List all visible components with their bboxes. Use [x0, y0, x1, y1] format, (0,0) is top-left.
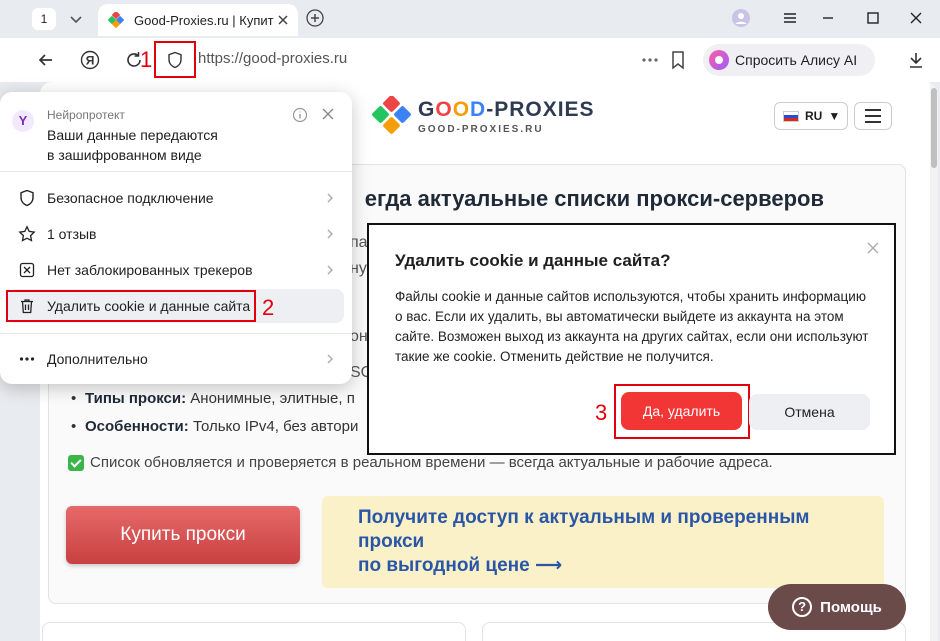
close-icon[interactable]: [867, 242, 879, 254]
yandex-browser-icon: Y: [12, 110, 34, 132]
help-label: Помощь: [820, 598, 882, 616]
chevron-right-icon: [327, 229, 333, 239]
buy-proxy-button[interactable]: Купить прокси: [66, 506, 300, 564]
logo-icon[interactable]: [370, 96, 414, 136]
menu-item-label: Нет заблокированных трекеров: [47, 262, 253, 278]
checkmark-icon: [68, 454, 84, 471]
annotation-box-delete: [6, 290, 256, 322]
close-window-icon[interactable]: [908, 10, 924, 26]
profile-icon[interactable]: [732, 9, 750, 27]
question-icon: ?: [792, 597, 813, 617]
info-icon[interactable]: [292, 107, 308, 123]
svg-text:Я: Я: [86, 54, 95, 68]
scrollbar-thumb[interactable]: [931, 88, 937, 168]
annotation-box-shield: [154, 41, 196, 78]
promo-line: Получите доступ к актуальным и проверенн…: [358, 507, 810, 528]
close-icon[interactable]: [276, 13, 290, 27]
chevron-right-icon: [327, 265, 333, 275]
cancel-button[interactable]: Отмена: [749, 394, 870, 430]
yandex-icon[interactable]: Я: [80, 50, 100, 70]
language-selector[interactable]: RU ▼: [774, 102, 848, 130]
hamburger-menu-button[interactable]: [854, 102, 892, 130]
close-icon[interactable]: [321, 107, 335, 121]
divider: [0, 333, 352, 334]
tab-count-button[interactable]: 1: [32, 8, 56, 30]
dialog-title: Удалить cookie и данные сайта?: [395, 251, 671, 270]
more-icon: [19, 357, 35, 361]
text-fragment: па: [350, 234, 368, 251]
bookmark-icon[interactable]: [669, 50, 687, 70]
menu-item-trackers[interactable]: Нет заблокированных трекеров: [8, 253, 344, 287]
dialog-body: Файлы cookie и данные сайтов используютс…: [395, 289, 869, 364]
toolbar: Я 1 https://good-proxies.ru Спросить Али…: [0, 38, 940, 82]
back-icon[interactable]: [36, 50, 56, 70]
shield-icon: [20, 189, 34, 207]
help-button[interactable]: ? Помощь: [768, 584, 906, 630]
promo-banner[interactable]: Получите доступ к актуальным и проверенн…: [322, 496, 884, 588]
menu-item-secure-connection[interactable]: Безопасное подключение: [8, 181, 344, 215]
confirm-delete-button[interactable]: Да, удалить: [621, 392, 742, 430]
address-bar[interactable]: https://good-proxies.ru: [198, 50, 347, 67]
promo-link[interactable]: по выгодной цене ⟶: [358, 554, 848, 578]
menu-item-label: 1 отзыв: [47, 226, 97, 242]
active-tab[interactable]: Good-Proxies.ru | Купить: [98, 4, 298, 36]
bottom-card: [42, 622, 466, 641]
menu-item-label: Безопасное подключение: [47, 190, 214, 206]
logo-text: GOOD-PROXIES: [418, 98, 595, 121]
security-popup: Y Нейропротект Ваши данные передаются в …: [0, 92, 352, 384]
divider: [0, 171, 352, 172]
text-fragment: ну: [350, 260, 367, 277]
caret-down-icon: ▼: [828, 109, 841, 123]
favicon-icon: [108, 12, 124, 28]
bullet-proxy-types: Типы прокси: Анонимные, элитные, п: [71, 390, 355, 407]
plus-icon[interactable]: [306, 9, 324, 27]
bullet-features: Особенности: Только IPv4, без автори: [71, 418, 358, 435]
annotation-number-2: 2: [262, 295, 275, 320]
shield-icon[interactable]: [166, 51, 184, 69]
minimize-icon[interactable]: [820, 10, 836, 26]
update-note-text: Список обновляется и проверяется в реаль…: [90, 454, 773, 471]
blocked-icon: [19, 262, 35, 278]
menu-item-more[interactable]: Дополнительно: [8, 342, 344, 376]
annotation-number-1: 1: [140, 47, 153, 72]
ask-alice-label: Спросить Алису AI: [735, 52, 858, 68]
promo-line: прокси: [358, 531, 425, 552]
popup-brand: Нейропротект: [47, 108, 125, 122]
chevron-right-icon: [327, 193, 333, 203]
update-note: Список обновляется и проверяется в реаль…: [68, 454, 773, 471]
download-icon[interactable]: [906, 50, 926, 70]
star-icon: [18, 225, 36, 242]
maximize-icon[interactable]: [865, 10, 881, 26]
language-label: RU: [805, 109, 823, 123]
text-fragment: он: [350, 328, 368, 345]
tab-strip: 1 Good-Proxies.ru | Купить: [0, 0, 940, 38]
annotation-number-3: 3: [595, 400, 608, 425]
chevron-down-icon[interactable]: [66, 9, 86, 29]
popup-heading: Ваши данные передаются в зашифрованном в…: [47, 127, 218, 163]
menu-item-label: Дополнительно: [47, 351, 148, 367]
logo-subtitle: GOOD-PROXIES.RU: [418, 124, 544, 135]
alice-icon: [709, 50, 729, 70]
delete-cookies-dialog: Удалить cookie и данные сайта? Файлы coo…: [367, 223, 896, 455]
russia-flag-icon: [783, 110, 799, 122]
ask-alice-button[interactable]: Спросить Алису AI: [703, 44, 875, 76]
chevron-right-icon: [327, 354, 333, 364]
menu-item-reviews[interactable]: 1 отзыв: [8, 217, 344, 251]
more-icon[interactable]: [640, 50, 660, 70]
tab-title: Good-Proxies.ru | Купить: [134, 12, 274, 28]
menu-icon[interactable]: [782, 10, 798, 26]
